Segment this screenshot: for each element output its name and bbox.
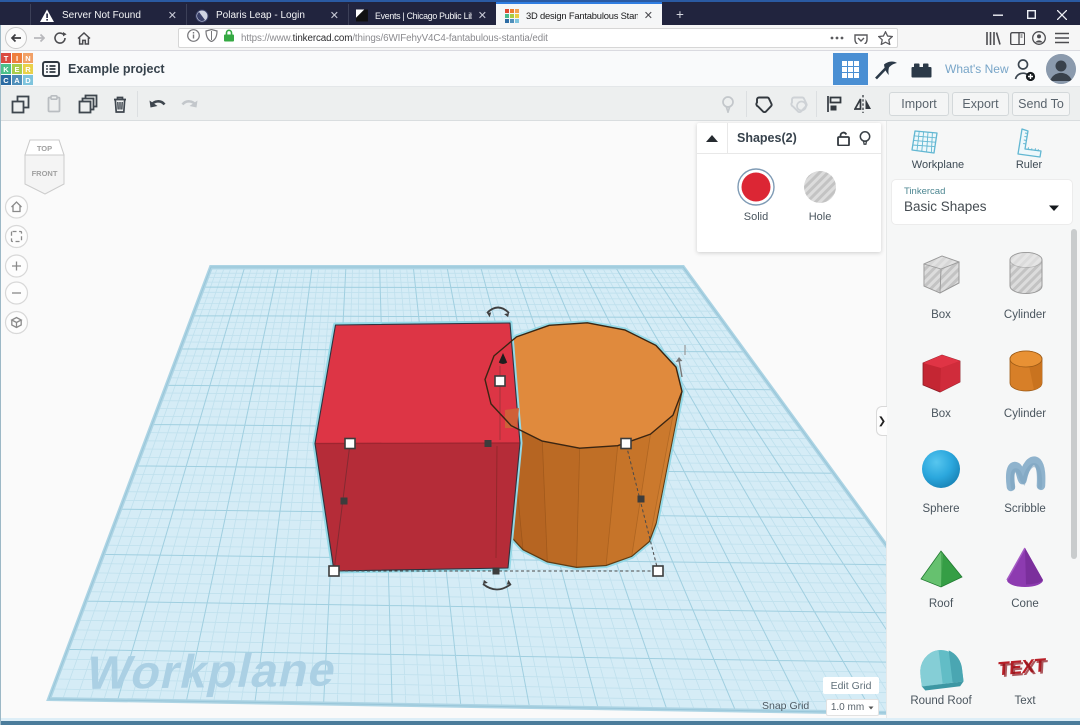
svg-text:FRONT: FRONT [32, 169, 58, 178]
svg-text:TEXT: TEXT [999, 657, 1048, 682]
svg-text:Workplane: Workplane [82, 644, 342, 700]
svg-text:TOP: TOP [37, 144, 52, 153]
